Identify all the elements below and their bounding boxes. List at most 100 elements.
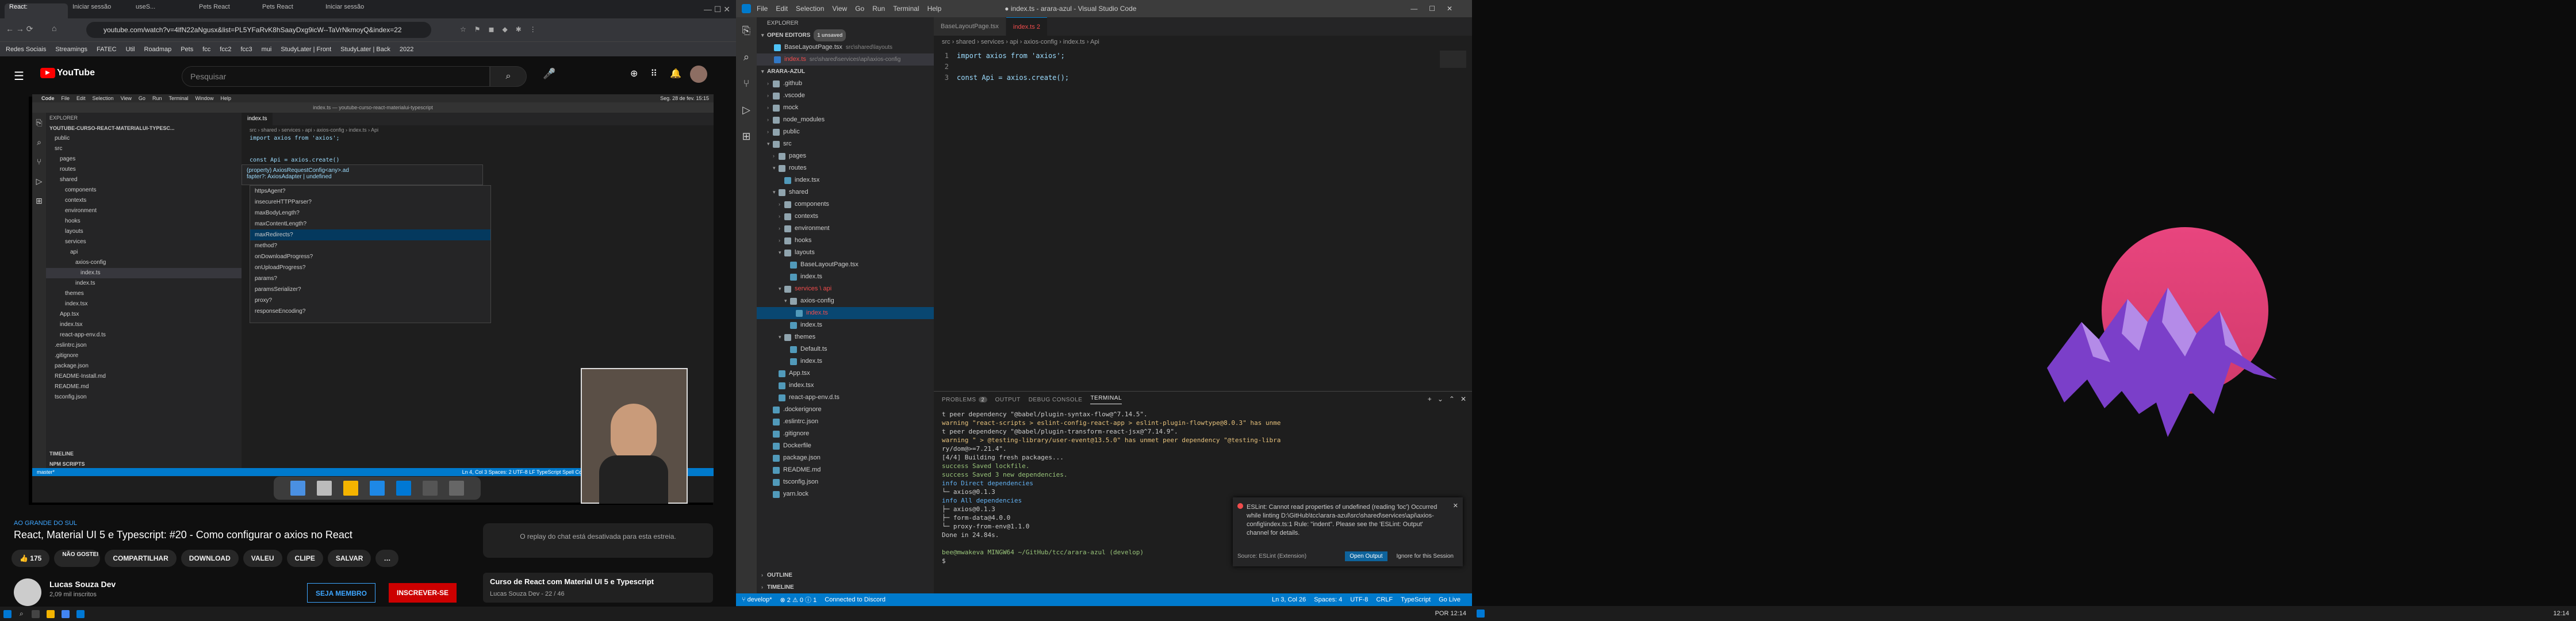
- tree-item[interactable]: › public: [757, 126, 934, 138]
- encoding-status[interactable]: UTF-8: [1350, 596, 1368, 603]
- tree-item[interactable]: BaseLayoutPage.tsx: [757, 259, 934, 271]
- open-output-button[interactable]: Open Output: [1345, 551, 1387, 561]
- browser-tab[interactable]: Iniciar sessão: [321, 3, 384, 18]
- panel-actions[interactable]: + ⌄ ⌃ ✕: [1428, 395, 1466, 403]
- channel-avatar[interactable]: [14, 578, 41, 606]
- menu-go[interactable]: Go: [855, 5, 864, 13]
- breadcrumb[interactable]: src › shared › services › api › axios-co…: [934, 36, 1472, 48]
- branch-status[interactable]: ⑂ develop*: [742, 596, 772, 603]
- tree-item[interactable]: › mock: [757, 102, 934, 114]
- action-clipe-button[interactable]: CLIPE: [286, 550, 323, 567]
- tree-item[interactable]: .gitignore: [757, 428, 934, 440]
- minimap[interactable]: [1440, 51, 1466, 68]
- bookmark-item[interactable]: Pets: [181, 46, 193, 53]
- tree-item[interactable]: README.md: [757, 464, 934, 476]
- avatar[interactable]: [690, 66, 707, 83]
- tree-item[interactable]: › .vscode: [757, 90, 934, 102]
- browser-tab[interactable]: Iniciar sessão: [68, 3, 131, 18]
- problems-status[interactable]: ⊗ 2 ⚠ 0 ⓘ 1: [780, 595, 816, 604]
- ignore-button[interactable]: Ignore for this Session: [1392, 551, 1459, 561]
- menu-edit[interactable]: Edit: [776, 5, 788, 13]
- bookmark-item[interactable]: StudyLater | Front: [281, 46, 331, 53]
- home-icon[interactable]: ⌂: [52, 24, 56, 33]
- tree-item[interactable]: Dockerfile: [757, 440, 934, 452]
- run-icon[interactable]: ▷: [736, 97, 757, 123]
- tree-item[interactable]: ▾ src: [757, 138, 934, 150]
- browser-tab[interactable]: React:: [5, 3, 68, 18]
- close-notification-button[interactable]: ✕: [1453, 502, 1458, 509]
- action-salvar-button[interactable]: SALVAR: [327, 550, 371, 567]
- tree-item[interactable]: Default.ts: [757, 343, 934, 355]
- eol-status[interactable]: CRLF: [1376, 596, 1393, 603]
- tree-item[interactable]: index.ts: [757, 355, 934, 367]
- tree-item[interactable]: App.tsx: [757, 367, 934, 379]
- indent-status[interactable]: Spaces: 4: [1314, 596, 1342, 603]
- bookmark-item[interactable]: Redes Sociais: [6, 46, 46, 53]
- tree-item[interactable]: index.ts: [757, 271, 934, 283]
- action-valeu-button[interactable]: VALEU: [243, 550, 282, 567]
- action-download-button[interactable]: DOWNLOAD: [181, 550, 239, 567]
- tree-item[interactable]: index.tsx: [757, 174, 934, 186]
- project-header[interactable]: ▾ ARARA-AZUL: [757, 66, 934, 78]
- playlist-box[interactable]: Curso de React com Material UI 5 e Types…: [483, 573, 713, 603]
- panel-tab-debug-console[interactable]: DEBUG CONSOLE: [1029, 397, 1083, 403]
- nav-buttons[interactable]: ← → ⟳: [6, 24, 33, 34]
- open-editors-header[interactable]: ▾ OPEN EDITORS 1 unsaved: [757, 29, 934, 41]
- menu-terminal[interactable]: Terminal: [893, 5, 919, 13]
- tree-item[interactable]: ▾ themes: [757, 331, 934, 343]
- dislike-button[interactable]: NÃO GOSTEI: [54, 550, 101, 567]
- join-button[interactable]: SEJA MEMBRO: [307, 583, 375, 603]
- search-input[interactable]: Pesquisar: [182, 66, 490, 87]
- tree-item[interactable]: › node_modules: [757, 114, 934, 126]
- tree-item[interactable]: › components: [757, 198, 934, 210]
- url-input[interactable]: youtube.com/watch?v=4lfN22aNgusx&list=PL…: [86, 22, 431, 38]
- panel-tab-problems[interactable]: PROBLEMS: [942, 397, 976, 403]
- menu-view[interactable]: View: [832, 5, 847, 13]
- tree-item[interactable]: tsconfig.json: [757, 476, 934, 488]
- mic-icon[interactable]: 🎤: [543, 68, 555, 80]
- extension-icons[interactable]: ☆ ⚑ ◼ ◆ ✱ ⋮: [460, 25, 536, 33]
- panel-tab-terminal[interactable]: TERMINAL: [1090, 395, 1122, 404]
- source-control-icon[interactable]: ⑂: [736, 70, 757, 97]
- menu-selection[interactable]: Selection: [796, 5, 824, 13]
- tree-item[interactable]: index.ts: [757, 307, 934, 319]
- bookmark-item[interactable]: 2022: [400, 46, 413, 53]
- tree-item[interactable]: index.ts: [757, 319, 934, 331]
- search-icon[interactable]: ⌕: [736, 44, 757, 70]
- system-tray[interactable]: POR 12:14: [1435, 610, 1466, 617]
- open-editor-item[interactable]: BaseLayoutPage.tsx src\shared\layouts: [757, 41, 934, 53]
- browser-tab[interactable]: useS...: [131, 3, 194, 18]
- channel-name[interactable]: Lucas Souza Dev: [49, 580, 116, 589]
- bookmark-item[interactable]: mui: [262, 46, 272, 53]
- editor-tab[interactable]: index.ts 2: [1006, 17, 1047, 36]
- outline-header[interactable]: › OUTLINE: [757, 569, 934, 581]
- tree-item[interactable]: yarn.lock: [757, 488, 934, 500]
- code-area[interactable]: 1 import axios from 'axios'; 2 3 const Api =…: [934, 51, 1472, 83]
- tree-item[interactable]: react-app-env.d.ts: [757, 392, 934, 404]
- tree-item[interactable]: ▾ shared: [757, 186, 934, 198]
- windows-start-icon[interactable]: [1477, 610, 1485, 618]
- window-controls[interactable]: —☐✕: [1410, 5, 1464, 13]
- browser-tab[interactable]: Pets React: [258, 3, 321, 18]
- bookmark-item[interactable]: Roadmap: [144, 46, 172, 53]
- tree-item[interactable]: .eslintrc.json: [757, 416, 934, 428]
- tree-item[interactable]: ▾ services \ api: [757, 283, 934, 295]
- clock-right[interactable]: 12:14: [2553, 610, 2569, 617]
- more-button[interactable]: …: [375, 550, 399, 567]
- bookmark-item[interactable]: FATEC: [97, 46, 117, 53]
- tree-item[interactable]: ▾ routes: [757, 162, 934, 174]
- editor-tab[interactable]: BaseLayoutPage.tsx: [934, 17, 1006, 36]
- windows-start-icon[interactable]: [3, 610, 12, 618]
- search-button[interactable]: ⌕: [490, 66, 527, 87]
- bookmark-item[interactable]: StudyLater | Back: [340, 46, 390, 53]
- bookmark-item[interactable]: fcc2: [220, 46, 231, 53]
- tree-item[interactable]: › environment: [757, 223, 934, 235]
- tree-item[interactable]: ▾ layouts: [757, 247, 934, 259]
- open-editor-item[interactable]: index.ts src\shared\services\api\axios-co…: [757, 53, 934, 66]
- menu-run[interactable]: Run: [872, 5, 885, 13]
- tree-item[interactable]: index.tsx: [757, 379, 934, 392]
- search-icon[interactable]: ⌕: [20, 610, 24, 618]
- tree-item[interactable]: › hooks: [757, 235, 934, 247]
- tree-item[interactable]: ▾ axios-config: [757, 295, 934, 307]
- menu-icon[interactable]: ☰: [14, 69, 24, 83]
